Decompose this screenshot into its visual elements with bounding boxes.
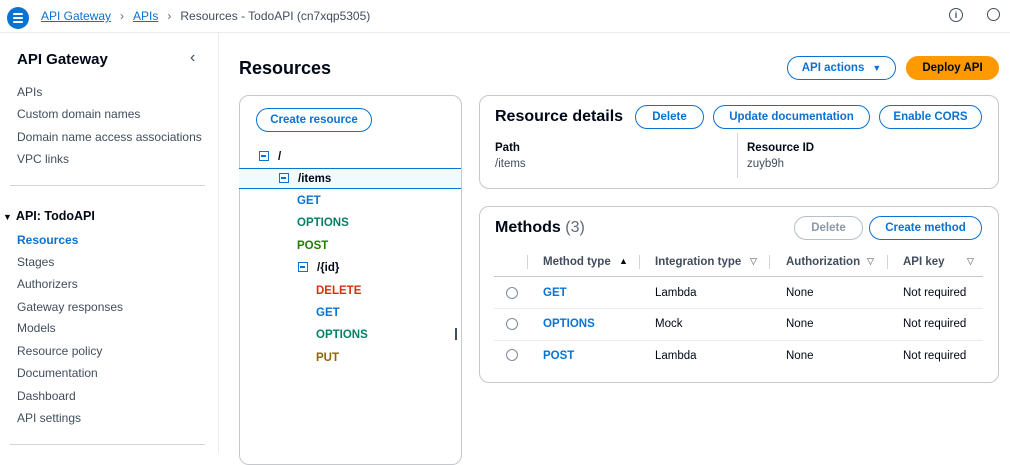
collapse-icon[interactable]: [259, 151, 269, 161]
sidebar-item-models[interactable]: Models: [17, 321, 56, 335]
authorization-cell: None: [786, 350, 814, 362]
header-divider: [494, 276, 983, 277]
integration-type-cell: Lambda: [655, 350, 697, 362]
sidebar-item-stages[interactable]: Stages: [17, 255, 54, 269]
collapse-icon[interactable]: [279, 173, 289, 183]
create-method-button[interactable]: Create method: [869, 216, 982, 240]
row-divider: [494, 308, 983, 309]
sidebar-title: API Gateway: [17, 51, 108, 68]
integration-type-cell: Mock: [655, 318, 683, 330]
tree-items-label: /items: [298, 173, 332, 185]
update-documentation-button[interactable]: Update documentation: [713, 105, 870, 129]
row-select-radio[interactable]: [506, 349, 518, 361]
chevron-right-icon: ›: [167, 9, 172, 23]
sidebar-item-resource-policy[interactable]: Resource policy: [17, 344, 102, 358]
column-integration-type[interactable]: Integration type: [655, 256, 741, 268]
tree-method-options[interactable]: OPTIONS: [316, 329, 368, 341]
sidebar-divider: [10, 444, 205, 445]
chevron-right-icon: ›: [120, 9, 125, 23]
tree-items[interactable]: /items: [279, 173, 331, 185]
tree-root[interactable]: /: [259, 151, 281, 163]
breadcrumb: API Gateway › APIs › Resources - TodoAPI…: [41, 9, 370, 23]
resize-handle[interactable]: [455, 328, 457, 340]
sidebar: API Gateway ‹ APIs Custom domain names D…: [0, 33, 219, 453]
sidebar-item-domain-access[interactable]: Domain name access associations: [17, 130, 202, 144]
column-divider: [769, 255, 770, 269]
tree-root-label: /: [278, 151, 282, 163]
tree-method-get[interactable]: GET: [297, 195, 321, 207]
sidebar-item-custom-domain-names[interactable]: Custom domain names: [17, 107, 140, 121]
api-actions-button[interactable]: API actions ▼: [787, 56, 896, 80]
api-actions-label: API actions: [801, 62, 865, 74]
sidebar-item-api-settings[interactable]: API settings: [17, 411, 81, 425]
sidebar-item-apis[interactable]: APIs: [17, 85, 42, 99]
resource-details-title: Resource details: [495, 108, 624, 125]
column-divider: [887, 255, 888, 269]
tree-id-label: /{id}: [317, 262, 340, 274]
row-select-radio[interactable]: [506, 318, 518, 330]
sidebar-item-vpc-links[interactable]: VPC links: [17, 152, 69, 166]
breadcrumb-current: Resources - TodoAPI (cn7xqp5305): [180, 9, 371, 23]
column-api-key[interactable]: API key: [903, 256, 945, 268]
column-divider: [639, 255, 640, 269]
breadcrumb-api-gateway[interactable]: API Gateway: [41, 9, 111, 23]
path-label: Path: [495, 142, 520, 154]
tree-method-options[interactable]: OPTIONS: [297, 217, 349, 229]
delete-resource-button[interactable]: Delete: [635, 105, 704, 129]
delete-method-button[interactable]: Delete: [794, 216, 863, 240]
sort-icon[interactable]: ▽: [867, 256, 874, 267]
integration-type-cell: Lambda: [655, 287, 697, 299]
sidebar-group-title: API: TodoAPI: [15, 209, 95, 223]
resource-id-label: Resource ID: [747, 142, 815, 154]
sidebar-item-dashboard[interactable]: Dashboard: [17, 389, 76, 403]
column-authorization[interactable]: Authorization: [786, 256, 860, 268]
method-link-options[interactable]: OPTIONS: [543, 318, 595, 330]
page-title: Resources: [239, 58, 332, 78]
info-icon[interactable]: i: [949, 8, 963, 22]
sidebar-group-api[interactable]: ▼ API: TodoAPI: [3, 209, 95, 223]
sidebar-item-authorizers[interactable]: Authorizers: [17, 277, 78, 291]
authorization-cell: None: [786, 287, 814, 299]
menu-icon[interactable]: [7, 7, 29, 29]
column-divider: [527, 255, 528, 269]
collapse-icon[interactable]: [298, 262, 308, 272]
api-key-cell: Not required: [903, 318, 967, 330]
authorization-cell: None: [786, 318, 814, 330]
breadcrumb-apis[interactable]: APIs: [133, 9, 158, 23]
row-divider: [494, 340, 983, 341]
collapse-icon[interactable]: ‹: [190, 49, 195, 67]
path-value: /items: [495, 158, 526, 170]
top-navigation: API Gateway › APIs › Resources - TodoAPI…: [0, 0, 1010, 33]
settings-icon[interactable]: [987, 8, 1000, 21]
details-divider: [737, 133, 738, 178]
deploy-api-button[interactable]: Deploy API: [906, 56, 999, 80]
row-select-radio[interactable]: [506, 287, 518, 299]
method-link-get[interactable]: GET: [543, 287, 567, 299]
methods-title-text: Methods: [495, 219, 561, 236]
tree-method-put[interactable]: PUT: [316, 352, 339, 364]
method-link-post[interactable]: POST: [543, 350, 574, 362]
caret-down-icon: ▼: [3, 212, 12, 222]
tree-method-delete[interactable]: DELETE: [316, 285, 361, 297]
api-key-cell: Not required: [903, 350, 967, 362]
selected-resource-highlight: [239, 168, 461, 189]
column-method-type[interactable]: Method type: [543, 256, 611, 268]
sidebar-item-gateway-responses[interactable]: Gateway responses: [17, 300, 123, 314]
methods-title: Methods (3): [495, 219, 585, 237]
sidebar-item-documentation[interactable]: Documentation: [17, 366, 98, 380]
sort-icon[interactable]: ▽: [750, 256, 757, 267]
sort-icon[interactable]: ▽: [967, 256, 974, 267]
enable-cors-button[interactable]: Enable CORS: [879, 105, 982, 129]
api-key-cell: Not required: [903, 287, 967, 299]
sidebar-divider: [10, 185, 205, 186]
methods-count: (3): [565, 219, 585, 236]
tree-method-get[interactable]: GET: [316, 307, 340, 319]
tree-method-post[interactable]: POST: [297, 240, 328, 252]
create-resource-button[interactable]: Create resource: [256, 108, 372, 132]
caret-down-icon: ▼: [872, 63, 882, 73]
sidebar-item-resources[interactable]: Resources: [17, 233, 78, 247]
tree-id[interactable]: /{id}: [298, 262, 339, 274]
sort-ascending-icon[interactable]: ▲: [619, 256, 628, 266]
resource-id-value: zuyb9h: [747, 158, 785, 170]
